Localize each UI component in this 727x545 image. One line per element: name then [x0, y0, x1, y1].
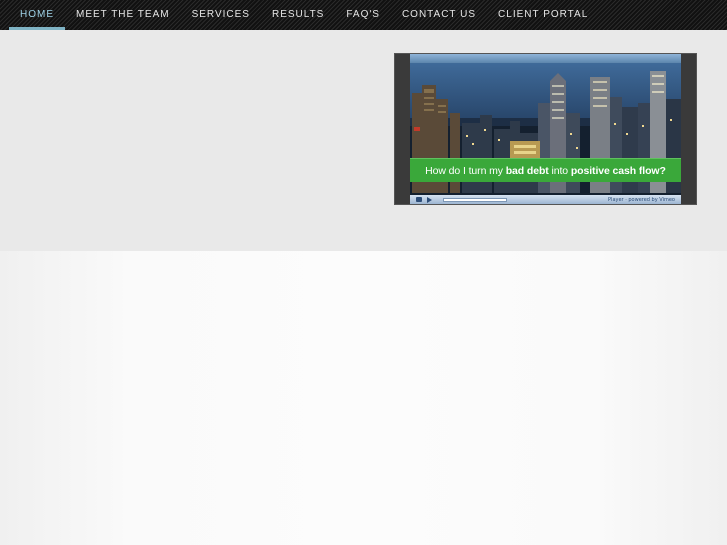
nav-item-contact-us[interactable]: CONTACT US: [391, 0, 487, 30]
volume-icon[interactable]: [416, 197, 422, 202]
nav-item-client-portal[interactable]: CLIENT PORTAL: [487, 0, 599, 30]
nav-item-faqs[interactable]: FAQ'S: [335, 0, 391, 30]
caption-text-middle: into: [548, 165, 571, 177]
main-nav: HOME MEET THE TEAM SERVICES RESULTS FAQ'…: [0, 0, 727, 30]
nav-item-home[interactable]: HOME: [9, 0, 65, 30]
video-controls: Player · powered by Vimeo: [410, 195, 681, 204]
caption-bold-cash-flow: positive cash flow?: [570, 165, 666, 177]
player-credit: Player · powered by Vimeo: [608, 196, 675, 203]
caption-text-start: How do I turn my: [425, 165, 506, 177]
caption-bold-bad-debt: bad debt: [505, 165, 549, 177]
video-player[interactable]: How do I turn my bad debt into positive …: [394, 53, 697, 205]
nav-item-meet-the-team[interactable]: MEET THE TEAM: [65, 0, 181, 30]
hero-text-area: [0, 30, 380, 251]
nav-item-services[interactable]: SERVICES: [181, 0, 261, 30]
video-frame[interactable]: How do I turn my bad debt into positive …: [410, 54, 681, 204]
video-top-bar: [410, 54, 681, 63]
play-icon[interactable]: [427, 196, 432, 203]
main-content: [0, 251, 727, 545]
video-progress-bar[interactable]: [443, 197, 507, 202]
video-caption: How do I turn my bad debt into positive …: [410, 158, 681, 182]
nav-item-results[interactable]: RESULTS: [261, 0, 335, 30]
